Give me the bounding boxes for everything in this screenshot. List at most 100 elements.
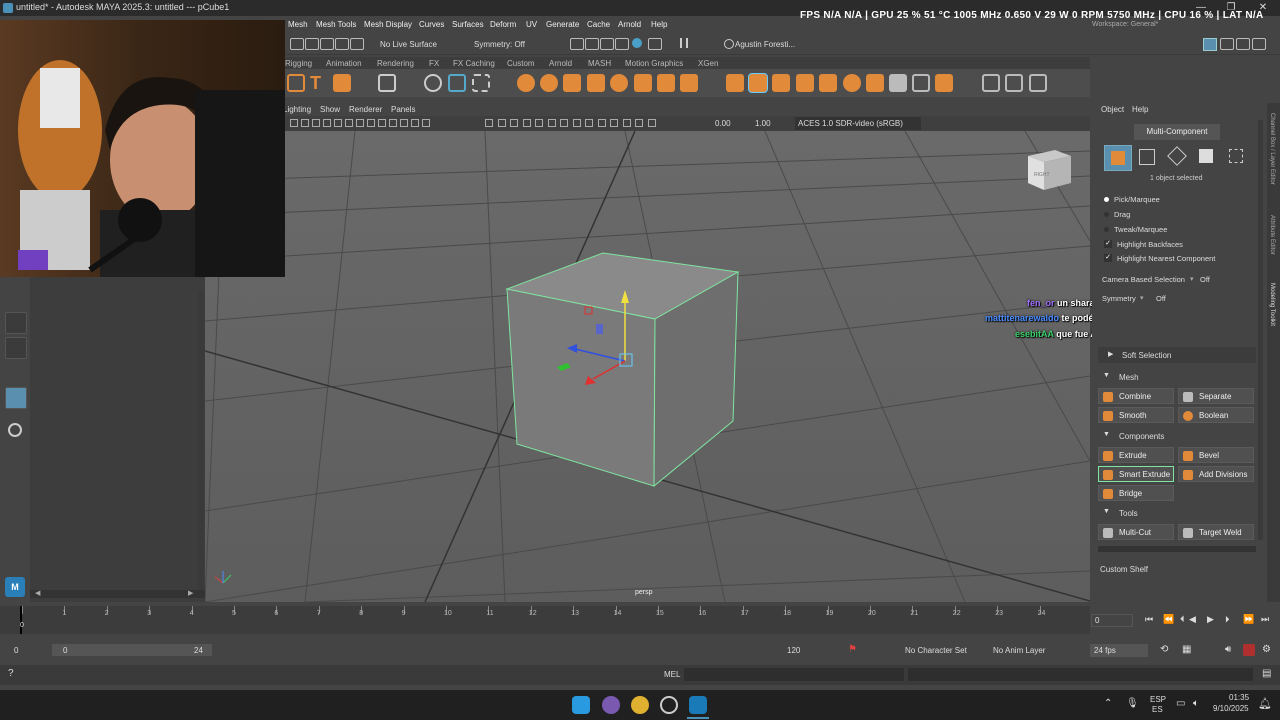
chrome-icon[interactable]: [631, 696, 649, 714]
highlight-backfaces-checkbox[interactable]: ✓: [1104, 240, 1112, 248]
textured-icon[interactable]: [522, 119, 531, 127]
workspace-label[interactable]: Workspace: General*: [1092, 21, 1158, 28]
bookmark-icon[interactable]: [312, 119, 320, 127]
menu-mesh[interactable]: Mesh: [288, 20, 308, 29]
safe-action-icon[interactable]: [411, 119, 419, 127]
range-bar[interactable]: [52, 644, 212, 656]
channel-box-tab[interactable]: Channel Box / Layer Editor: [1269, 113, 1275, 185]
boolean-button[interactable]: Boolean: [1178, 407, 1254, 423]
xray-joints-icon[interactable]: [622, 119, 631, 127]
modeling-toolkit-tab[interactable]: Modeling Toolkit: [1269, 283, 1275, 326]
range-inner-end[interactable]: 24: [194, 646, 203, 655]
xray-icon[interactable]: [610, 119, 618, 127]
command-input[interactable]: [684, 668, 904, 681]
render-view-icon[interactable]: [570, 38, 584, 50]
menu-help[interactable]: Help: [651, 20, 667, 29]
add-divisions-button[interactable]: Add Divisions: [1178, 466, 1254, 482]
2d-pan-icon[interactable]: [334, 119, 342, 127]
shelf-tab-rendering[interactable]: Rendering: [377, 59, 414, 68]
step-back-key-icon[interactable]: ⏪: [1163, 614, 1174, 625]
clock-time[interactable]: 01:35: [1229, 693, 1249, 702]
discord-icon[interactable]: [602, 696, 620, 714]
symmetry-dropdown[interactable]: Symmetry: Off: [474, 40, 525, 49]
bevel-button[interactable]: Bevel: [1178, 447, 1254, 463]
symmetry-dropdown-icon[interactable]: ▾: [1140, 294, 1144, 302]
face-mode-icon[interactable]: [1199, 149, 1213, 163]
separate-button[interactable]: Separate: [1178, 388, 1254, 404]
smooth-icon[interactable]: [843, 74, 861, 92]
step-forward-icon[interactable]: ⏵: [1225, 614, 1230, 625]
soft-selection-section[interactable]: ▶ Soft Selection: [1098, 347, 1256, 363]
render-frame-icon[interactable]: [585, 38, 599, 50]
uv-editor-icon[interactable]: [378, 74, 396, 92]
snap-point-icon[interactable]: [350, 38, 364, 50]
attribute-editor-tab[interactable]: Attribute Editor: [1269, 215, 1275, 255]
notification-bell-icon[interactable]: 🔔︎: [1258, 697, 1272, 710]
search-icon[interactable]: [8, 423, 22, 437]
layout-single-pane-icon[interactable]: [5, 312, 27, 334]
render-settings-icon[interactable]: [615, 38, 629, 50]
poly-pipe-icon[interactable]: [680, 74, 698, 92]
range-start-field[interactable]: 0: [14, 646, 18, 655]
menu-surfaces[interactable]: Surfaces: [452, 20, 484, 29]
clock-date[interactable]: 9/10/2025: [1213, 704, 1249, 713]
layout-four-pane-icon[interactable]: [5, 337, 27, 359]
uv-automatic-icon[interactable]: [1029, 74, 1047, 92]
shelf-tab-arnold[interactable]: Arnold: [549, 59, 572, 68]
anti-alias-icon[interactable]: [585, 119, 593, 127]
camera-lock-icon[interactable]: [301, 119, 309, 127]
panel-splitter[interactable]: [198, 290, 204, 590]
image-plane-icon[interactable]: [323, 119, 331, 127]
grid-icon[interactable]: [356, 119, 364, 127]
multi-component-button[interactable]: Multi-Component: [1134, 124, 1220, 140]
bridge-button[interactable]: Bridge: [1098, 485, 1174, 501]
user-account-dropdown[interactable]: Agustin Foresti...: [735, 40, 795, 49]
step-back-icon[interactable]: ⏴: [1180, 614, 1185, 625]
type-tool-icon[interactable]: T: [310, 73, 321, 94]
rp-menu-object[interactable]: Object: [1101, 105, 1124, 114]
snap-grid-icon[interactable]: [320, 38, 334, 50]
separate-icon[interactable]: [889, 74, 907, 92]
transform-icon[interactable]: [424, 74, 442, 92]
help-icon[interactable]: ?: [8, 668, 14, 679]
grease-pencil-icon[interactable]: [345, 119, 353, 127]
tray-overflow-icon[interactable]: ⌃: [1104, 698, 1112, 709]
poly-torus-icon[interactable]: [540, 74, 558, 92]
shelf-tab-fx-caching[interactable]: FX Caching: [453, 59, 495, 68]
toolkit-scrollbar[interactable]: [1098, 546, 1256, 552]
volume-icon[interactable]: 🔈︎: [1193, 698, 1199, 709]
shelf-tab-xgen[interactable]: XGen: [698, 59, 718, 68]
layout-single-icon[interactable]: [1203, 38, 1217, 51]
shelf-tab-fx[interactable]: FX: [429, 59, 439, 68]
edge-mode-icon[interactable]: [1167, 146, 1187, 166]
pivot-tool-icon[interactable]: [472, 74, 490, 92]
sweep-mesh-icon[interactable]: [287, 74, 305, 92]
audio-icon[interactable]: 🔊︎: [1225, 644, 1231, 655]
uv-planar-icon[interactable]: [1005, 74, 1023, 92]
shelf-tab-motion-graphics[interactable]: Motion Graphics: [625, 59, 683, 68]
combine-icon[interactable]: [866, 74, 884, 92]
tweak-marquee-label[interactable]: Tweak/Marquee: [1114, 225, 1167, 234]
play-backward-icon[interactable]: ◀: [1189, 614, 1196, 625]
menu-curves[interactable]: Curves: [419, 20, 444, 29]
poly-plane-icon[interactable]: [634, 74, 652, 92]
vp-menu-panels[interactable]: Panels: [391, 105, 415, 114]
step-forward-key-icon[interactable]: ⏩: [1243, 614, 1254, 625]
current-frame-box[interactable]: [1091, 614, 1133, 627]
menu-uv[interactable]: UV: [526, 20, 537, 29]
wireframe-icon[interactable]: [485, 119, 493, 127]
auto-key-icon[interactable]: ⚑: [848, 644, 857, 655]
poly-cube-icon[interactable]: [563, 74, 581, 92]
layout-outliner-icon[interactable]: [1236, 38, 1250, 50]
bridge-icon[interactable]: [772, 74, 790, 92]
collapse-components-icon[interactable]: ▼: [1103, 431, 1110, 438]
layout-graph-icon[interactable]: [1252, 38, 1266, 50]
shelf-tab-rigging[interactable]: Rigging: [285, 59, 312, 68]
uv-mode-icon[interactable]: [1229, 149, 1243, 163]
rp-menu-help[interactable]: Help: [1132, 105, 1148, 114]
symmetry-value[interactable]: Off: [1156, 294, 1166, 303]
prefs-icon[interactable]: ⚙: [1262, 644, 1271, 655]
shelf-tab-mash[interactable]: MASH: [588, 59, 611, 68]
range-end-field[interactable]: 120: [787, 646, 800, 655]
cache-playback-icon[interactable]: ▦: [1182, 644, 1191, 655]
